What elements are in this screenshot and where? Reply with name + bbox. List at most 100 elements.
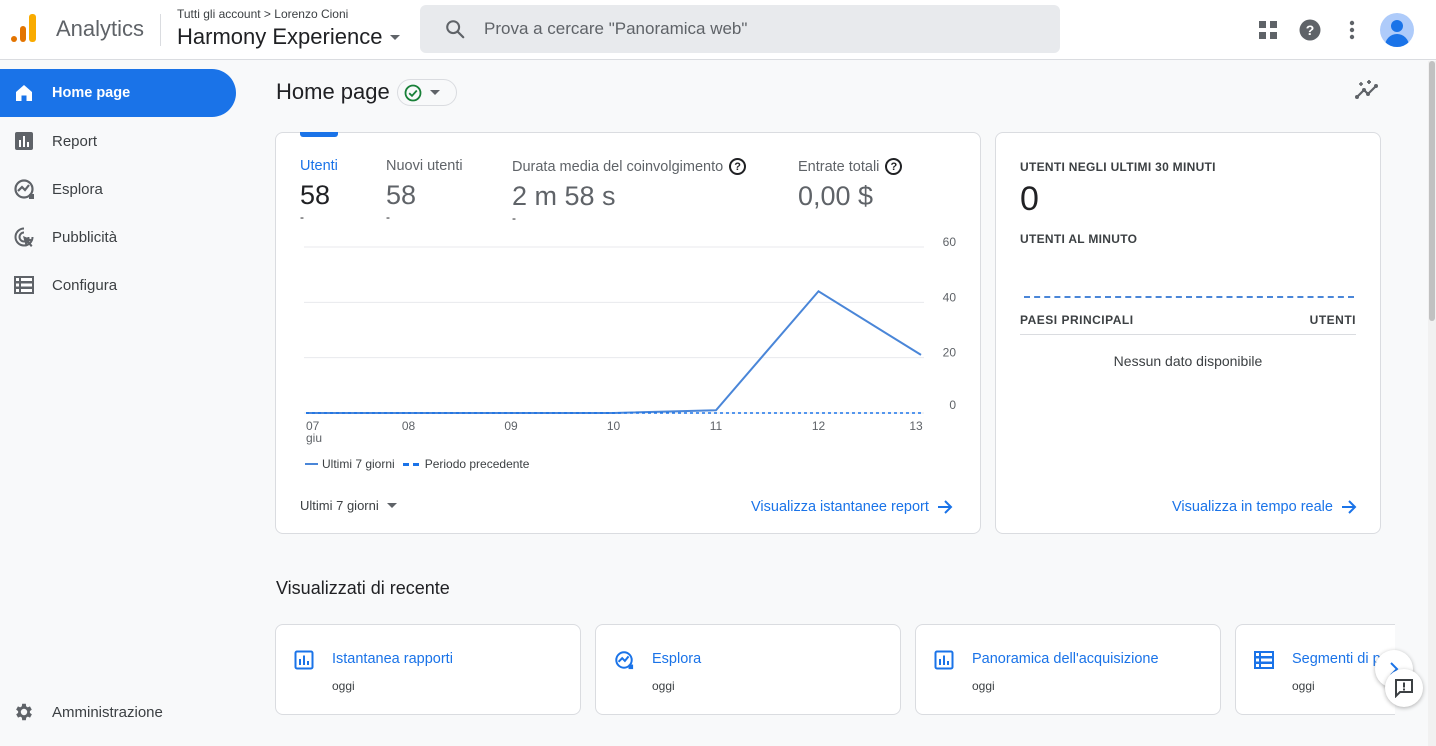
realtime-title: UTENTI NEGLI ULTIMI 30 MINUTI	[1020, 160, 1216, 174]
gear-icon	[12, 700, 36, 724]
recent-item-title: Panoramica dell'acquisizione	[972, 651, 1159, 667]
recent-item-title: Segmenti di p	[1292, 651, 1381, 667]
legend-solid-swatch	[305, 463, 318, 465]
sidebar-item-pubblicita[interactable]: Pubblicità	[0, 213, 236, 261]
x-tick-label: 10	[607, 419, 621, 433]
apps-grid-icon	[1259, 21, 1277, 39]
x-tick-sublabel: giu	[306, 431, 322, 445]
overview-card: Utenti 58 - Nuovi utenti 58 - Durata med…	[275, 132, 981, 534]
metric-label: Utenti	[300, 158, 338, 174]
more-options-button[interactable]	[1334, 12, 1370, 48]
legend-current: Ultimi 7 giorni	[322, 457, 395, 471]
sidebar-item-report[interactable]: Report	[0, 117, 236, 165]
legend-dashed-swatch	[402, 462, 419, 466]
sidebar-item-label: Report	[52, 132, 98, 150]
chevron-down-icon	[386, 503, 397, 508]
help-icon: ?	[1299, 19, 1321, 41]
x-tick-label: 11	[710, 419, 723, 433]
view-report-snapshot-link[interactable]: Visualizza istantanee report	[751, 499, 953, 515]
recent-item-date: oggi	[972, 679, 995, 693]
sidebar-item-configura[interactable]: Configura	[0, 261, 236, 309]
x-tick-label: 08	[402, 419, 416, 433]
check-circle-icon	[404, 84, 422, 101]
page-title: Home page	[276, 79, 390, 104]
search-input[interactable]	[484, 19, 1044, 39]
sidebar-item-home[interactable]: Home page	[0, 69, 236, 117]
analytics-logo-icon[interactable]	[10, 14, 40, 44]
breadcrumb[interactable]: Tutti gli account > Lorenzo Cioni	[177, 7, 348, 21]
metric-label-row: Entrate totali ?	[798, 158, 903, 175]
sidebar-item-esplora[interactable]: Esplora	[0, 165, 236, 213]
empty-state: Nessun dato disponibile	[1113, 353, 1263, 369]
more-vert-icon	[1349, 20, 1355, 40]
date-range-selector[interactable]: Ultimi 7 giorni	[300, 498, 397, 513]
x-tick-label: 09	[504, 419, 518, 433]
recent-item-date: oggi	[652, 679, 675, 693]
top-bar: Analytics Tutti gli account > Lorenzo Ci…	[0, 0, 1436, 60]
status-chip[interactable]	[397, 79, 457, 106]
recent-section-title: Visualizzati di recente	[276, 578, 450, 598]
property-name: Harmony Experience	[177, 24, 383, 49]
metric-delta: -	[386, 210, 390, 224]
feedback-icon	[1395, 679, 1413, 698]
column-users: UTENTI	[1309, 313, 1356, 327]
chevron-down-icon	[390, 34, 401, 40]
explore-trend-icon	[615, 651, 634, 670]
recent-item-title: Esplora	[652, 651, 702, 667]
sidebar-item-amministrazione[interactable]: Amministrazione	[0, 688, 236, 736]
help-button[interactable]: ?	[1292, 12, 1328, 48]
arrow-right-icon	[937, 500, 953, 514]
search-bar[interactable]	[420, 5, 1060, 53]
series-current-line	[306, 289, 922, 414]
sidebar-item-label: Home page	[52, 85, 131, 101]
insights-button[interactable]	[1352, 76, 1382, 104]
y-tick-label: 40	[943, 290, 957, 304]
list-config-icon	[12, 273, 36, 297]
recent-item[interactable]: Panoramica dell'acquisizione oggi	[915, 624, 1221, 715]
insights-sparkle-icon	[1355, 80, 1378, 99]
metric-value: 58	[300, 180, 331, 210]
recent-item[interactable]: Segmenti di p oggi	[1235, 624, 1395, 715]
advertising-target-icon	[12, 225, 36, 249]
page-scrollbar[interactable]	[1428, 61, 1436, 746]
link-label: Visualizza in tempo reale	[1172, 499, 1333, 515]
property-selector[interactable]: Harmony Experience	[177, 24, 401, 50]
sidebar: Home page Report Esplora Pubblicità Conf…	[0, 61, 250, 746]
metric-value: 2 m 58 s	[512, 181, 616, 211]
feedback-button[interactable]	[1385, 669, 1423, 707]
bar-chart-icon	[12, 129, 36, 153]
apps-button[interactable]	[1250, 12, 1286, 48]
metric-delta: -	[512, 211, 516, 225]
divider	[160, 14, 161, 46]
metric-entrate-totali[interactable]: Entrate totali ? 0,00 $	[798, 158, 903, 212]
help-icon[interactable]: ?	[885, 158, 903, 175]
arrow-right-icon	[1341, 500, 1357, 514]
metric-value: 58	[386, 180, 417, 210]
y-tick-label: 0	[949, 398, 956, 412]
recent-item[interactable]: Istantanea rapporti oggi	[275, 624, 581, 715]
sidebar-item-label: Esplora	[52, 180, 103, 198]
per-minute-chart	[1024, 296, 1354, 298]
account-avatar-icon[interactable]	[1380, 13, 1414, 47]
metric-label: Entrate totali	[798, 158, 880, 175]
legend-previous: Periodo precedente	[424, 457, 530, 471]
x-tick-label: 13	[909, 419, 923, 433]
home-icon	[12, 81, 36, 105]
help-icon[interactable]: ?	[729, 158, 747, 175]
bar-chart-icon	[934, 650, 954, 670]
search-icon	[446, 20, 465, 39]
metric-utenti[interactable]: Utenti 58 -	[300, 158, 338, 223]
metric-label-row: Durata media del coinvolgimento ?	[512, 158, 747, 175]
recent-item-date: oggi	[1292, 679, 1315, 693]
link-label: Visualizza istantanee report	[751, 499, 929, 515]
metric-nuovi-utenti[interactable]: Nuovi utenti 58 -	[386, 158, 463, 223]
realtime-value: 0	[1020, 180, 1039, 218]
view-realtime-link[interactable]: Visualizza in tempo reale	[1172, 499, 1357, 515]
y-tick-label: 60	[943, 235, 957, 249]
bar-chart-icon	[294, 650, 314, 670]
metric-delta: -	[300, 210, 304, 224]
scrollbar-thumb[interactable]	[1429, 61, 1435, 321]
recent-item[interactable]: Esplora oggi	[595, 624, 901, 715]
metric-durata-coinvolgimento[interactable]: Durata media del coinvolgimento ? 2 m 58…	[512, 158, 747, 225]
chart-legend: Ultimi 7 giorni Periodo precedente	[305, 457, 529, 471]
